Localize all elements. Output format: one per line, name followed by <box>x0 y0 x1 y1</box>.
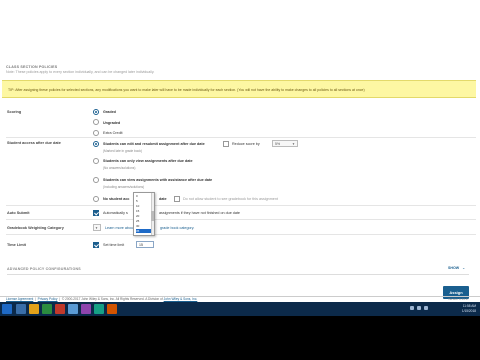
browser-icon[interactable] <box>16 304 26 314</box>
divider <box>7 274 469 275</box>
gradebook-label: Gradebook Weighting Category <box>7 226 64 230</box>
app-icon[interactable] <box>94 304 104 314</box>
divider <box>6 205 476 206</box>
dropdown-option[interactable]: 20 <box>136 214 152 218</box>
advanced-policy-heading: ADVANCED POLICY CONFIGURATIONS <box>7 267 81 271</box>
auto-submit-checkbox[interactable] <box>93 210 99 216</box>
copyright-text: © 2000-2017 John Wiley & Sons, Inc. All … <box>61 297 163 301</box>
dropdown-option-selected[interactable]: 35 <box>136 229 152 233</box>
auto-submit-text-b: assignments if they have not finished on… <box>159 211 240 215</box>
after-due-assist-note: (Including answers/solutions) <box>103 185 145 189</box>
after-due-assist-radio[interactable] <box>93 177 99 183</box>
dropdown-scrollbar[interactable] <box>151 193 154 235</box>
app-icon[interactable] <box>42 304 52 314</box>
advanced-show-toggle[interactable]: SHOW <box>448 266 459 270</box>
gradebook-category-select[interactable]: ▼ <box>93 224 101 231</box>
hide-gradebook-checkbox[interactable] <box>174 196 180 202</box>
gradebook-learn-more-link-b[interactable]: grade book category. <box>160 226 194 230</box>
reduce-score-dropdown-list[interactable]: 0 5 10 15 20 25 30 35 <box>133 192 155 236</box>
chevron-down-icon[interactable]: ⌄ <box>462 265 465 270</box>
auto-submit-label: Auto Submit <box>7 211 30 215</box>
version-text: Version 4.14.17 <box>448 297 469 301</box>
app-icon[interactable] <box>107 304 117 314</box>
auto-submit-text-a: Automatically s <box>103 211 128 215</box>
divider <box>6 219 476 220</box>
dropdown-option[interactable]: 5 <box>136 199 152 203</box>
network-icon[interactable] <box>410 306 414 310</box>
scoring-ungraded-radio[interactable] <box>93 119 99 125</box>
taskbar-clock[interactable]: 11:58 AM 1/15/2018 <box>462 304 476 314</box>
time-limit-label: Time Limit <box>7 243 26 247</box>
time-limit-input[interactable]: 15 <box>136 241 154 248</box>
windows-start-icon[interactable] <box>2 304 12 314</box>
after-due-none-radio[interactable] <box>93 196 99 202</box>
after-due-none-label-a: No student acc <box>103 197 130 201</box>
divider <box>6 137 476 138</box>
scoring-extra-credit-radio[interactable] <box>93 130 99 136</box>
after-due-edit-label: Students can edit and resubmit assignmen… <box>103 142 205 146</box>
after-due-view-note: (No answers/solutions) <box>103 166 136 170</box>
app-icon[interactable] <box>81 304 91 314</box>
scoring-label: Scoring <box>7 110 22 114</box>
after-due-view-radio[interactable] <box>93 158 99 164</box>
chevron-down-icon: ▼ <box>292 142 295 146</box>
after-due-label: Student access after due date <box>7 141 61 145</box>
section-note: Note: These policies apply to every sect… <box>6 70 155 74</box>
footer: License Agreement | Privacy Policy | © 2… <box>6 297 198 301</box>
dropdown-option[interactable]: 25 <box>136 219 152 223</box>
scoring-graded-label: Graded <box>103 110 116 114</box>
app-icon[interactable] <box>55 304 65 314</box>
policy-page: CLASS SECTION POLICIES Note: These polic… <box>0 0 480 302</box>
folder-icon[interactable] <box>29 304 39 314</box>
reduce-score-select[interactable]: 5% ▼ <box>272 140 298 147</box>
time-limit-checkbox[interactable] <box>93 242 99 248</box>
scoring-extra-credit-label: Extra Credit <box>103 131 123 135</box>
notification-icon[interactable] <box>424 306 428 310</box>
after-due-none-label-b: date <box>159 197 167 201</box>
company-link[interactable]: John Wiley & Sons, Inc. <box>164 297 198 301</box>
scoring-ungraded-label: Ungraded <box>103 121 121 125</box>
clock-date: 1/15/2018 <box>461 309 476 313</box>
volume-icon[interactable] <box>417 306 421 310</box>
license-link[interactable]: License Agreement <box>6 297 33 301</box>
dropdown-option[interactable]: 15 <box>136 209 152 213</box>
chevron-down-icon: ▼ <box>95 226 98 230</box>
app-icon[interactable] <box>68 304 78 314</box>
dropdown-scroll-thumb[interactable] <box>151 211 154 221</box>
dropdown-option[interactable]: 0 <box>136 194 152 198</box>
after-due-edit-note: (Marked late in grade book) <box>103 149 142 153</box>
tip-banner: TIP: After assigning these policies for … <box>2 80 476 98</box>
divider <box>6 234 476 235</box>
dropdown-option[interactable]: 30 <box>136 224 152 228</box>
taskbar: 11:58 AM 1/15/2018 <box>0 302 480 316</box>
dropdown-option[interactable]: 10 <box>136 204 152 208</box>
screen: CLASS SECTION POLICIES Note: These polic… <box>0 0 480 360</box>
letterbox-bottom <box>0 316 480 360</box>
reduce-score-label: Reduce score by <box>232 142 260 146</box>
section-title: CLASS SECTION POLICIES <box>6 65 58 69</box>
scoring-graded-radio[interactable] <box>93 109 99 115</box>
after-due-assist-label: Students can view assignments with assis… <box>103 178 213 182</box>
hide-gradebook-label: Do not allow student to see gradebook fo… <box>183 197 278 201</box>
after-due-edit-radio[interactable] <box>93 141 99 147</box>
tip-text: TIP: After assigning these policies for … <box>8 88 365 92</box>
after-due-view-label: Students can only view assignments after… <box>103 159 193 163</box>
reduce-score-value: 5% <box>275 142 281 146</box>
privacy-link[interactable]: Privacy Policy <box>38 297 58 301</box>
reduce-score-checkbox[interactable] <box>223 141 229 147</box>
time-limit-text: Set time limit <box>103 243 125 247</box>
